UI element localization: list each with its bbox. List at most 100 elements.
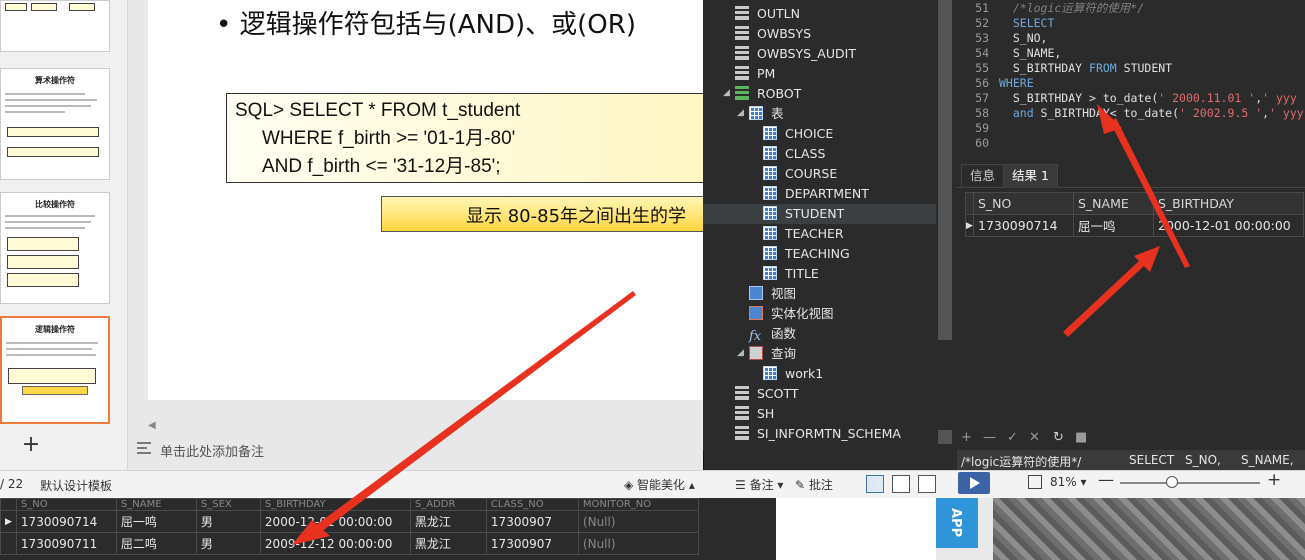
tree-node-materialized-views[interactable]: 实体化视图 [749, 304, 834, 324]
slide-thumbnail-selected[interactable]: 逻辑操作符 [0, 316, 110, 424]
collapse-arrow-icon[interactable]: ◢ [737, 108, 744, 118]
table-row[interactable]: 1730090711 屈二鸣 男 2009-12-12 00:00:00 黑龙江… [0, 532, 699, 555]
cell[interactable]: 2000-12-01 00:00:00 [1153, 214, 1304, 237]
cell[interactable]: 1730090711 [15, 532, 117, 555]
collapse-arrow-icon[interactable]: ◢ [737, 348, 744, 358]
code-line[interactable]: 59 [957, 121, 999, 136]
collapse-arrow-icon[interactable]: ◢ [723, 88, 730, 98]
design-template-label[interactable]: 默认设计模板 [40, 477, 112, 494]
tree-node-owbsys[interactable]: OWBSYS [735, 24, 811, 44]
tree-node-robot[interactable]: ROBOT [735, 84, 801, 104]
tree-node-choice[interactable]: CHOICE [763, 124, 833, 144]
cell[interactable]: (Null) [577, 532, 699, 555]
sorter-view-icon[interactable] [892, 475, 910, 493]
tree-node-scott[interactable]: SCOTT [735, 384, 799, 404]
slide-thumbnail[interactable]: 比较操作符 [0, 192, 110, 304]
tree-node-tables[interactable]: 表 [749, 104, 784, 124]
stop-icon[interactable]: ■ [1075, 430, 1087, 445]
result-grid[interactable]: S_NO S_NAME S_BIRTHDAY ▶ 1730090714 屈一鸣 … [957, 190, 1305, 426]
tree-node-department[interactable]: DEPARTMENT [763, 184, 869, 204]
normal-view-icon[interactable] [866, 475, 884, 493]
cell[interactable]: 男 [195, 510, 261, 533]
smart-beautify-button[interactable]: ◈ 智能美化 ▴ [624, 476, 695, 493]
notes-toggle-button[interactable]: ☰ 备注 ▾ [735, 476, 783, 493]
cell[interactable]: 男 [195, 532, 261, 555]
delete-row-icon[interactable]: — [983, 430, 996, 445]
code-line[interactable]: 53 S_NO, [957, 31, 1047, 46]
cell[interactable]: 屈一鸣 [1073, 214, 1154, 237]
tree-node-pm[interactable]: PM [735, 64, 775, 84]
cell[interactable]: 黑龙江 [409, 532, 487, 555]
cell[interactable]: 1730090714 [15, 510, 117, 533]
zoom-slider[interactable] [1120, 482, 1260, 484]
sql-editor[interactable]: 51 /*logic运算符的使用*/52 SELECT 53 S_NO, 54 S_… [957, 0, 1305, 158]
tree-node-owbsys-audit[interactable]: OWBSYS_AUDIT [735, 44, 856, 64]
code-line[interactable]: 54 S_NAME, [957, 46, 1061, 61]
tree-node-queries[interactable]: 查询 [749, 344, 796, 364]
code-line[interactable]: 58 and S_BIRTHDAY< to_date(' 2002.9.5 ',… [957, 106, 1304, 121]
view-icon [749, 286, 763, 300]
line-number: 51 [975, 1, 989, 15]
tree-node-course[interactable]: COURSE [763, 164, 837, 184]
refresh-icon[interactable]: ↻ [1053, 430, 1064, 445]
tree-node-views[interactable]: 视图 [749, 284, 796, 304]
tree-node-teaching[interactable]: TEACHING [763, 244, 850, 264]
slide-thumbnail[interactable] [0, 0, 110, 52]
code-line[interactable]: 60 [957, 136, 999, 151]
app-badge[interactable]: APP [936, 498, 978, 548]
scroll-left-icon[interactable]: ◀ [148, 420, 156, 431]
zoom-level[interactable]: 81% ▾ [1050, 475, 1087, 489]
table-folder-icon [749, 106, 763, 120]
column-header: S_NO [15, 498, 117, 511]
table-row[interactable]: ▶ 1730090714 屈一鸣 2000-12-01 00:00:00 [965, 214, 1304, 237]
cell[interactable]: 2000-12-01 00:00:00 [259, 510, 411, 533]
apply-icon[interactable]: ✓ [1007, 430, 1018, 445]
function-icon: fx [749, 329, 762, 344]
tree-node-student[interactable]: STUDENT [703, 204, 936, 224]
tab-result-1[interactable]: 结果 1 [1003, 164, 1058, 188]
code-line[interactable]: 52 SELECT [957, 16, 1054, 31]
tree-node-work1[interactable]: work1 [763, 364, 823, 384]
tree-node-si-informtn-schema[interactable]: SI_INFORMTN_SCHEMA [735, 424, 901, 444]
cell[interactable]: 17300907 [485, 510, 579, 533]
materialized-view-icon [749, 306, 763, 320]
column-header[interactable]: S_BIRTHDAY [1153, 192, 1304, 215]
code-line[interactable]: 55 S_BIRTHDAY FROM STUDENT [957, 61, 1172, 76]
tree-node-class[interactable]: CLASS [763, 144, 825, 164]
cell[interactable]: (Null) [577, 510, 699, 533]
cell[interactable]: 1730090714 [973, 214, 1074, 237]
add-slide-button[interactable]: + [20, 434, 42, 456]
cell[interactable]: 屈二鸣 [115, 532, 197, 555]
code-line[interactable]: 57 S_BIRTHDAY > to_date(' 2000.11.01 ','… [957, 91, 1297, 106]
notes-area[interactable]: 单击此处添加备注 [128, 434, 705, 464]
fit-window-icon[interactable] [1028, 475, 1042, 489]
cell[interactable]: 屈一鸣 [115, 510, 197, 533]
zoom-out-icon[interactable]: — [1098, 470, 1114, 489]
column-header[interactable]: S_NAME [1073, 192, 1154, 215]
horizontal-scrollbar[interactable]: ◀ [148, 420, 705, 432]
slide-thumbnail-panel[interactable]: 算术操作符 比较操作符 逻辑操作符 + [0, 0, 128, 470]
reading-view-icon[interactable] [918, 475, 936, 493]
zoom-in-icon[interactable]: + [1267, 470, 1281, 490]
column-header[interactable]: S_NO [973, 192, 1074, 215]
table-row[interactable]: ▶ 1730090714 屈一鸣 男 2000-12-01 00:00:00 黑… [0, 510, 699, 533]
zoom-slider-handle[interactable] [1166, 476, 1178, 488]
tree-node-functions[interactable]: fx 函数 [749, 324, 796, 344]
tab-info[interactable]: 信息 [961, 164, 1005, 188]
tree-node-outln[interactable]: OUTLN [735, 4, 800, 24]
code-line[interactable]: 56 WHERE [957, 76, 1033, 91]
cell[interactable]: 17300907 [485, 532, 579, 555]
object-tree[interactable]: OUTLN OWBSYS OWBSYS_AUDIT PM ◢ ROBOT ◢ 表… [703, 0, 936, 450]
slide-thumbnail[interactable]: 算术操作符 [0, 68, 110, 180]
tree-scrollbar[interactable] [936, 0, 954, 450]
tree-node-sh[interactable]: SH [735, 404, 774, 424]
tree-node-title[interactable]: TITLE [763, 264, 819, 284]
play-slideshow-button[interactable] [958, 472, 990, 494]
comment-button[interactable]: ✎ 批注 [795, 476, 833, 493]
discard-icon[interactable]: ✕ [1029, 430, 1040, 445]
tree-node-teacher[interactable]: TEACHER [763, 224, 844, 244]
cell[interactable]: 2009-12-12 00:00:00 [259, 532, 411, 555]
add-row-icon[interactable]: + [961, 430, 972, 445]
cell[interactable]: 黑龙江 [409, 510, 487, 533]
code-line[interactable]: 51 /*logic运算符的使用*/ [957, 1, 1144, 16]
